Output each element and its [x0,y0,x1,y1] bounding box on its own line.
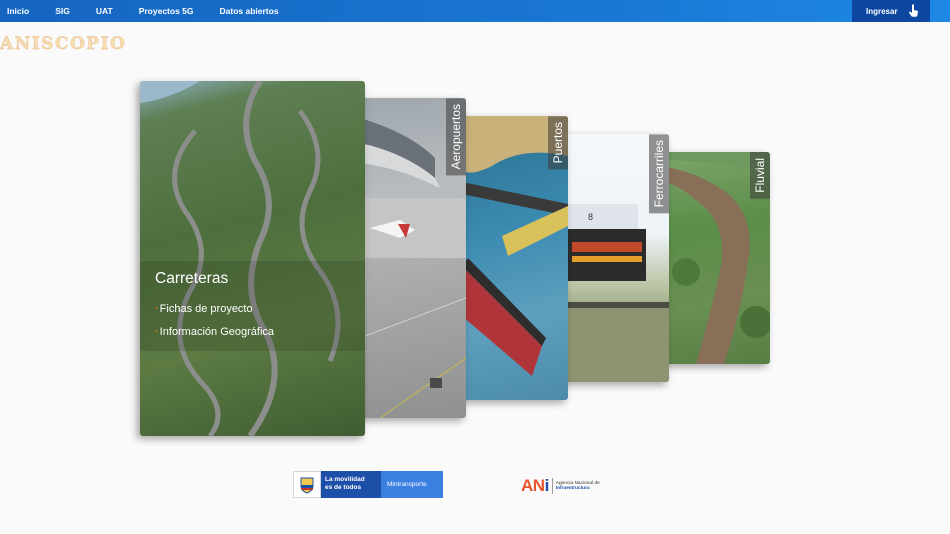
mintransporte-slogan: La movilidad es de todos [321,471,381,498]
slogan-line-2: es de todos [325,484,362,491]
nav-inicio[interactable]: Inicio [7,6,29,16]
fichas-de-proyecto-link[interactable]: ·Fichas de proyecto [155,303,253,315]
informacion-geografica-label: Información Geográfica [159,326,275,338]
card-fluvial[interactable]: Fluvial [666,152,770,364]
fichas-de-proyecto-label: Fichas de proyecto [159,303,253,315]
nav-uat[interactable]: UAT [96,6,113,16]
bullet-icon: · [155,326,159,338]
mintransporte-name: Mintransporte [381,471,443,498]
svg-text:8: 8 [588,212,593,222]
ferrocarriles-label: Ferrocarriles [649,134,669,214]
slogan-line-1: La movilidad [325,476,365,483]
nav-proyectos-5g[interactable]: Proyectos 5G [139,6,194,16]
aeropuertos-label: Aeropuertos [446,98,466,176]
card-aeropuertos[interactable]: Aeropuertos [360,98,466,418]
ani-mark-an: AN [521,476,545,495]
nav-sig[interactable]: SIG [55,6,70,16]
ani-mark: ANi [521,476,549,496]
top-navbar: Inicio SIG UAT Proyectos 5G Datos abiert… [0,0,950,22]
ani-text-line-2: Infraestructura [555,486,590,491]
aniscopio-logo-text: ANISCOPIO [0,34,127,54]
card-ferrocarriles[interactable]: 8 Ferrocarriles [564,134,669,382]
ani-mark-i: i [544,476,550,495]
colombia-shield-icon [293,471,321,498]
informacion-geografica-link[interactable]: ·Información Geográfica [155,326,274,338]
nav-datos-abiertos[interactable]: Datos abiertos [220,6,279,16]
ani-logo: ANi Agencia Nacional de Infraestructura [521,475,600,497]
fluvial-label: Fluvial [750,152,770,199]
login-label: Ingresar [866,6,898,16]
login-button[interactable]: Ingresar [852,0,930,22]
ani-divider [551,478,553,494]
bullet-icon: · [155,303,159,315]
card-carreteras[interactable]: Carreteras ·Fichas de proyecto ·Informac… [140,81,365,436]
mintransporte-logo: La movilidad es de todos Mintransporte [293,471,443,498]
card-puertos[interactable]: Puertos [462,116,568,400]
winding-road-image [140,81,365,436]
puertos-label: Puertos [548,116,568,170]
pointer-hand-icon [909,4,919,17]
carreteras-title: Carreteras [155,270,229,287]
ani-text: Agencia Nacional de Infraestructura [556,481,600,492]
